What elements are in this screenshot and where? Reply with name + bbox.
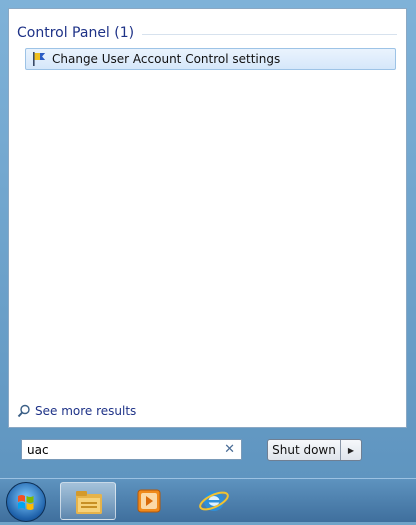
results-group-title: Control Panel (1) [17,25,135,41]
result-item-label: Change User Account Control settings [52,52,281,66]
media-player-icon [137,489,161,513]
media-player-taskbar-button[interactable] [121,482,177,520]
internet-explorer-taskbar-button[interactable] [186,482,242,520]
shutdown-button[interactable]: Shut down [268,440,341,460]
search-results-pane: Control Panel (1) Change User Account Co… [8,8,407,428]
search-input[interactable] [27,442,217,457]
see-more-results-link[interactable]: See more results [17,404,136,418]
windows-explorer-taskbar-button[interactable] [60,482,116,520]
shutdown-options-arrow-icon[interactable]: ▶ [341,440,361,460]
search-box[interactable]: ✕ [21,439,242,460]
close-icon[interactable]: ✕ [224,442,235,457]
see-more-results-label: See more results [35,404,137,418]
start-menu: Control Panel (1) Change User Account Co… [0,0,416,478]
uac-flag-icon [33,52,45,66]
internet-explorer-icon [199,491,229,511]
start-orb-icon[interactable] [6,482,46,522]
shutdown-group: Shut down ▶ [267,439,362,461]
windows-logo-icon [18,495,34,510]
windows-explorer-icon [76,491,102,514]
taskbar [0,478,416,522]
results-group-header[interactable]: Control Panel (1) [17,25,397,41]
magnifier-icon [17,404,30,418]
group-divider [142,33,397,35]
result-item-uac-settings[interactable]: Change User Account Control settings [25,48,396,70]
